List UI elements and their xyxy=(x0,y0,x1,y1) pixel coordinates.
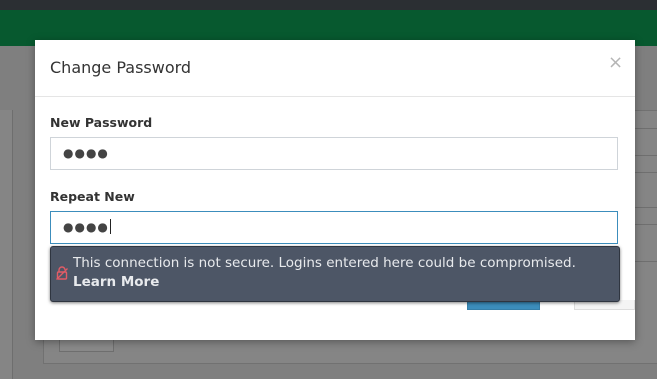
insecure-lock-icon xyxy=(56,265,68,284)
new-password-label: New Password xyxy=(50,115,153,130)
modal-title: Change Password xyxy=(50,58,192,77)
background-sidebar xyxy=(0,110,13,379)
repeat-new-value: ●●●● xyxy=(63,220,109,234)
close-icon[interactable]: × xyxy=(608,53,623,73)
top-bar xyxy=(0,0,657,10)
modal-header: Change Password × xyxy=(35,40,635,97)
insecure-login-popup: This connection is not secure. Logins en… xyxy=(50,246,620,302)
insecure-message: This connection is not secure. Logins en… xyxy=(73,255,576,271)
repeat-new-label: Repeat New xyxy=(50,189,135,204)
learn-more-link[interactable]: Learn More xyxy=(73,274,159,290)
new-password-value: ●●●● xyxy=(63,146,109,160)
text-caret xyxy=(109,219,111,234)
repeat-new-input[interactable]: ●●●● xyxy=(50,211,618,244)
new-password-input[interactable]: ●●●● xyxy=(50,137,618,170)
